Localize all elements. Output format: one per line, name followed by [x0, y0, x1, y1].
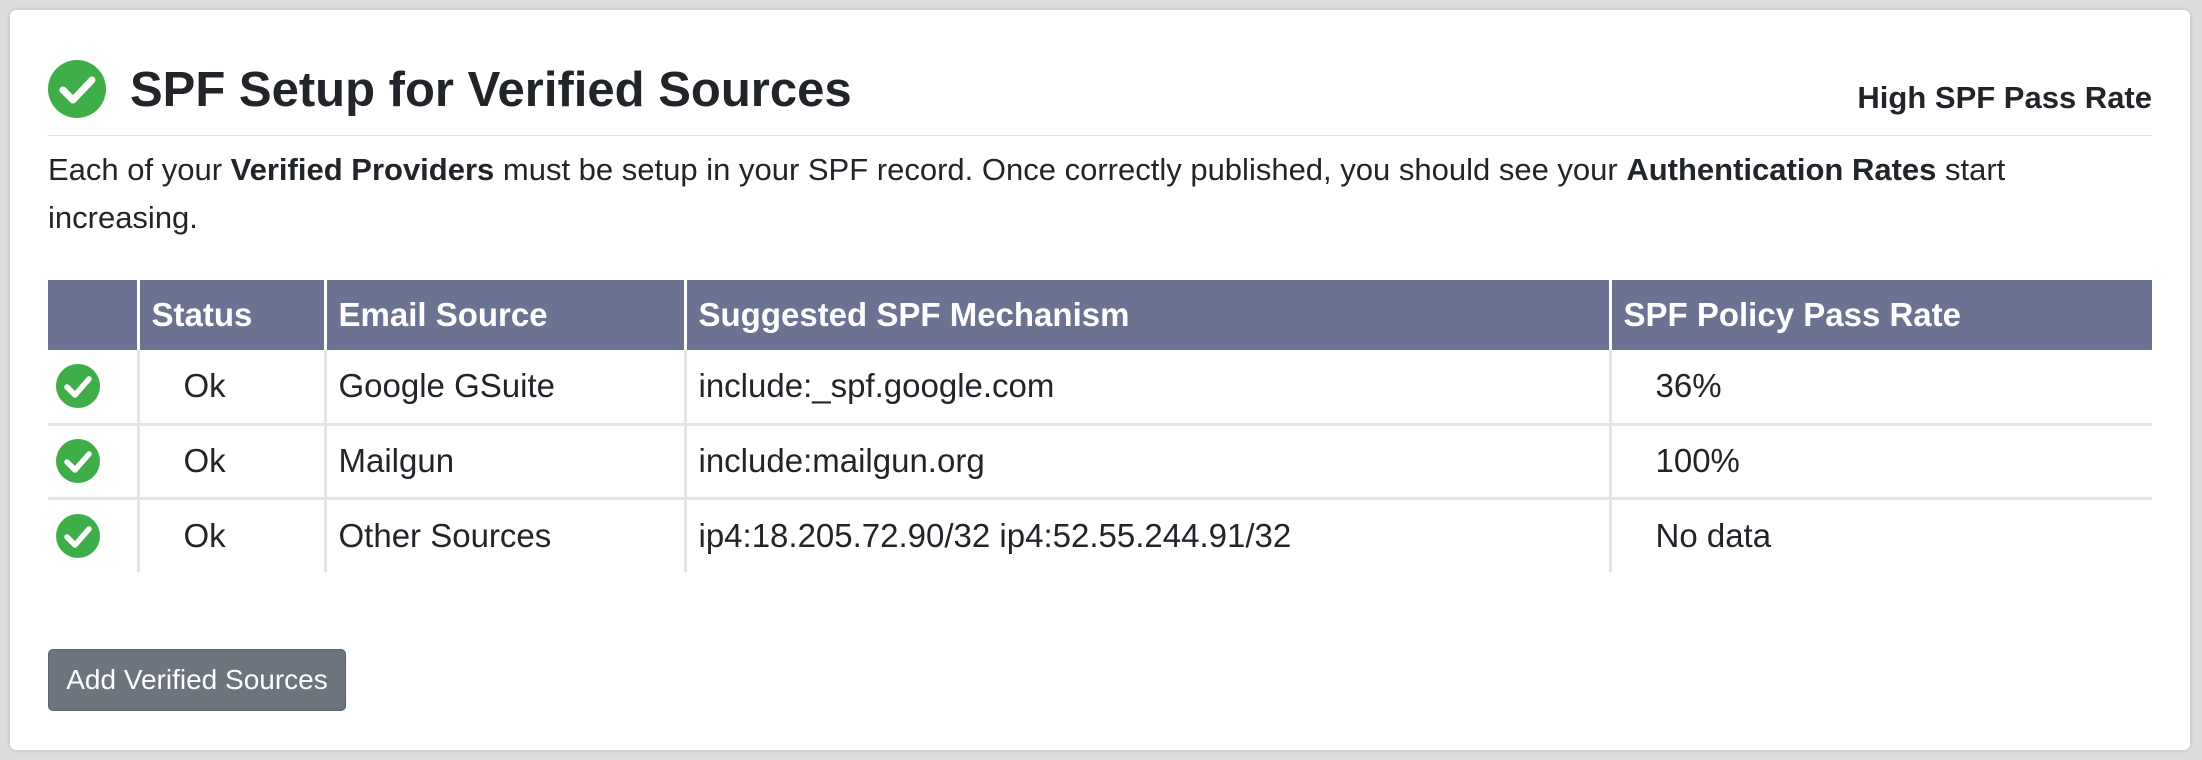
pass-rate-label: High SPF Pass Rate [1857, 80, 2152, 115]
table-row: Ok Other Sources ip4:18.205.72.90/32 ip4… [48, 496, 2152, 572]
email-source-cell: Other Sources [323, 496, 685, 572]
pass-rate-cell: No data [1608, 496, 2152, 572]
spf-mechanism-cell: ip4:18.205.72.90/32 ip4:52.55.244.91/32 [683, 496, 1610, 572]
spf-mechanism-cell: include:mailgun.org [683, 422, 1610, 498]
card-header: SPF Setup for Verified Sources High SPF … [48, 48, 2152, 136]
authentication-rates-term: Authentication Rates [1626, 152, 1937, 187]
column-header-icon [48, 280, 138, 350]
verified-providers-term: Verified Providers [230, 152, 495, 187]
pass-rate-cell: 100% [1608, 422, 2152, 498]
check-circle-icon [56, 364, 100, 409]
check-circle-icon [48, 60, 106, 118]
column-header-email-source: Email Source [323, 280, 685, 350]
check-circle-icon [56, 439, 100, 483]
email-source-cell: Mailgun [323, 422, 685, 498]
check-circle-icon [56, 513, 100, 558]
column-header-spf-mechanism: Suggested SPF Mechanism [683, 280, 1610, 350]
table-header-row: Status Email Source Suggested SPF Mechan… [48, 280, 2152, 350]
table-row: Ok Mailgun include:mailgun.org 100% [48, 422, 2152, 498]
description-text: Each of your Verified Providers must be … [48, 146, 2152, 242]
status-cell: Ok [136, 350, 325, 424]
status-cell: Ok [136, 496, 325, 572]
description-part-1: Each of your [48, 152, 231, 187]
verified-sources-table: Status Email Source Suggested SPF Mechan… [48, 280, 2152, 572]
spf-setup-card: SPF Setup for Verified Sources High SPF … [10, 10, 2190, 750]
pass-rate-cell: 36% [1608, 350, 2152, 424]
row-status-icon-cell [48, 496, 138, 572]
page-title: SPF Setup for Verified Sources [130, 63, 852, 117]
column-header-status: Status [136, 280, 325, 350]
table-row: Ok Google GSuite include:_spf.google.com… [48, 350, 2152, 424]
spf-mechanism-cell: include:_spf.google.com [683, 350, 1610, 424]
add-verified-sources-button[interactable]: Add Verified Sources [48, 649, 346, 711]
row-status-icon-cell [48, 350, 138, 424]
column-header-pass-rate: SPF Policy Pass Rate [1608, 280, 2152, 350]
description-part-2: must be setup in your SPF record. Once c… [494, 152, 1627, 187]
email-source-cell: Google GSuite [323, 350, 685, 424]
status-cell: Ok [136, 422, 325, 498]
row-status-icon-cell [48, 422, 138, 498]
